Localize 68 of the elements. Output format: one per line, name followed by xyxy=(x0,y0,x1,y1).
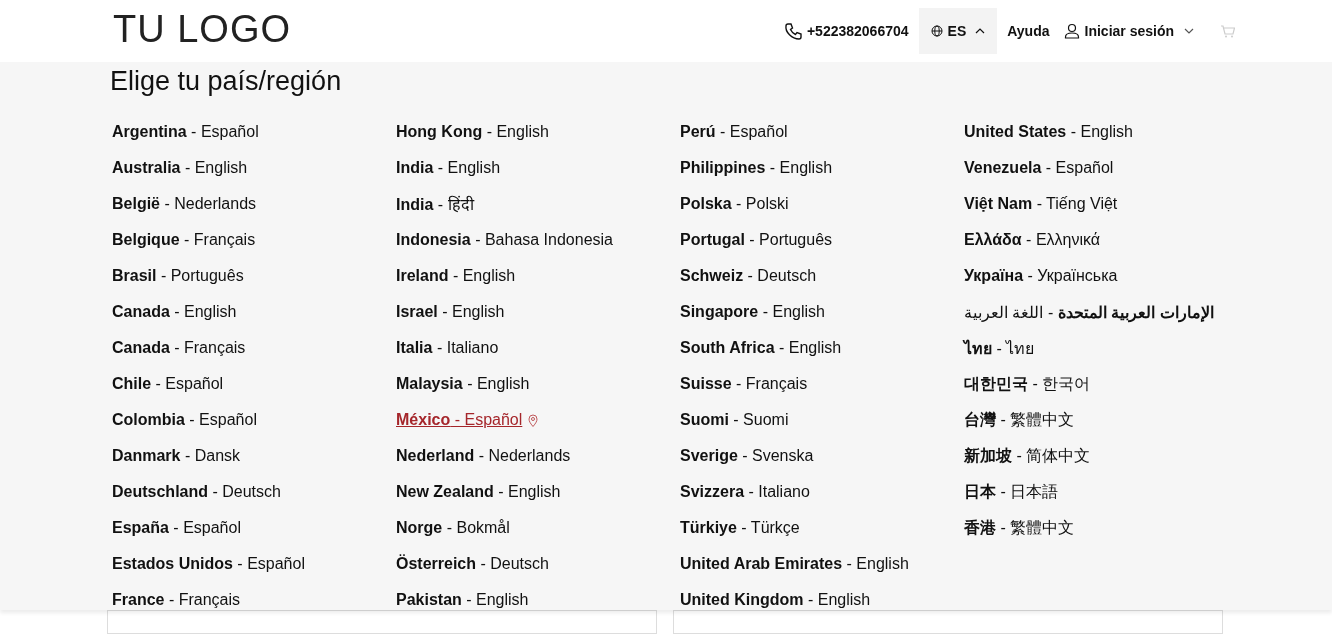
country-link[interactable]: España - Español xyxy=(112,519,241,537)
country-link[interactable]: France - Français xyxy=(112,591,241,609)
country-link[interactable]: United Arab Emirates - English xyxy=(680,555,909,573)
country-link[interactable]: Україна - Українська xyxy=(964,267,1118,285)
country-link[interactable]: South Africa - English xyxy=(680,339,842,357)
country-link[interactable]: Norge - Bokmål xyxy=(396,519,510,537)
country-link[interactable]: Polska - Polski xyxy=(680,195,789,213)
country-link[interactable]: Belgique - Français xyxy=(112,231,256,249)
chevron-down-icon xyxy=(1184,28,1194,34)
country-link[interactable]: India - हिंदी xyxy=(396,193,474,215)
country-link[interactable]: Chile - Español xyxy=(112,375,224,393)
country-link[interactable]: België - Nederlands xyxy=(112,195,257,213)
user-icon xyxy=(1063,23,1080,39)
country-link[interactable]: New Zealand - English xyxy=(396,483,561,501)
country-link[interactable]: 香港 - 繁體中文 xyxy=(964,517,1075,539)
country-link[interactable]: Schweiz - Deutsch xyxy=(680,267,817,285)
globe-icon xyxy=(930,25,943,37)
country-link[interactable]: Nederland - Nederlands xyxy=(396,447,571,465)
country-link[interactable]: Venezuela - Español xyxy=(964,159,1114,177)
country-link[interactable]: Brasil - Português xyxy=(112,267,244,285)
country-link[interactable]: Pakistan - English xyxy=(396,591,529,609)
cart-icon xyxy=(1220,24,1235,38)
country-link[interactable]: India - English xyxy=(396,159,501,177)
country-link[interactable]: 대한민국 - 한국어 xyxy=(964,373,1091,395)
country-link[interactable]: Israel - English xyxy=(396,303,505,321)
country-link[interactable]: Italia - Italiano xyxy=(396,339,499,357)
country-link[interactable]: Việt Nam - Tiếng Việt xyxy=(964,195,1118,213)
country-link[interactable]: Ireland - English xyxy=(396,267,516,285)
help-link[interactable]: Ayuda xyxy=(1007,23,1050,39)
logo[interactable]: TU LOGO xyxy=(113,7,292,51)
country-link[interactable]: Canada - English xyxy=(112,303,237,321)
country-link[interactable]: Danmark - Dansk xyxy=(112,447,241,465)
country-link[interactable]: Malaysia - English xyxy=(396,375,530,393)
country-link[interactable]: Argentina - Español xyxy=(112,123,259,141)
country-link[interactable]: Canada - Français xyxy=(112,339,246,357)
country-link[interactable]: Perú - Español xyxy=(680,123,788,141)
country-link[interactable]: Singapore - English xyxy=(680,303,825,321)
country-link[interactable]: الإمارات العربية المتحدة - اللغة العربية xyxy=(964,302,1214,322)
country-link[interactable]: Australia - English xyxy=(112,159,248,177)
country-link[interactable]: 台灣 - 繁體中文 xyxy=(964,409,1075,431)
country-link[interactable]: Türkiye - Türkçe xyxy=(680,519,800,537)
phone-link[interactable]: +522382066704 xyxy=(783,22,909,40)
panel-title: Elige tu país/región xyxy=(110,65,343,98)
caret-icon xyxy=(975,28,986,34)
country-link[interactable]: United States - English xyxy=(964,123,1133,141)
country-link[interactable]: Philippines - English xyxy=(680,159,833,177)
country-link[interactable]: 日本 - 日本語 xyxy=(964,481,1059,503)
country-link[interactable]: Deutschland - Deutsch xyxy=(112,483,281,501)
language-button[interactable]: ES xyxy=(918,8,998,54)
country-link[interactable]: Suomi - Suomi xyxy=(680,411,789,429)
country-link[interactable]: Österreich - Deutsch xyxy=(396,555,549,573)
country-link[interactable]: 新加坡 - 简体中文 xyxy=(964,445,1091,467)
country-link[interactable]: Estados Unidos - Español xyxy=(112,555,305,573)
location-pin-icon xyxy=(528,413,539,427)
country-link[interactable]: Hong Kong - English xyxy=(396,123,549,141)
country-link[interactable]: ไทย - ไทย xyxy=(964,335,1035,361)
login-button[interactable]: Iniciar sesión xyxy=(1063,23,1194,39)
phone-icon xyxy=(783,22,802,40)
cart-link[interactable] xyxy=(1220,24,1235,38)
country-link[interactable]: México - Español xyxy=(396,411,523,429)
country-link[interactable]: United Kingdom - English xyxy=(680,591,871,609)
country-link[interactable]: Colombia - Español xyxy=(112,411,257,429)
country-link[interactable]: Indonesia - Bahasa Indonesia xyxy=(396,231,613,249)
country-link[interactable]: Ελλάδα - Ελληνικά xyxy=(964,231,1101,249)
country-link[interactable]: Portugal - Português xyxy=(680,231,833,249)
country-link[interactable]: Svizzera - Italiano xyxy=(680,483,810,501)
country-link[interactable]: Sverige - Svenska xyxy=(680,447,814,465)
country-link[interactable]: Suisse - Français xyxy=(680,375,808,393)
